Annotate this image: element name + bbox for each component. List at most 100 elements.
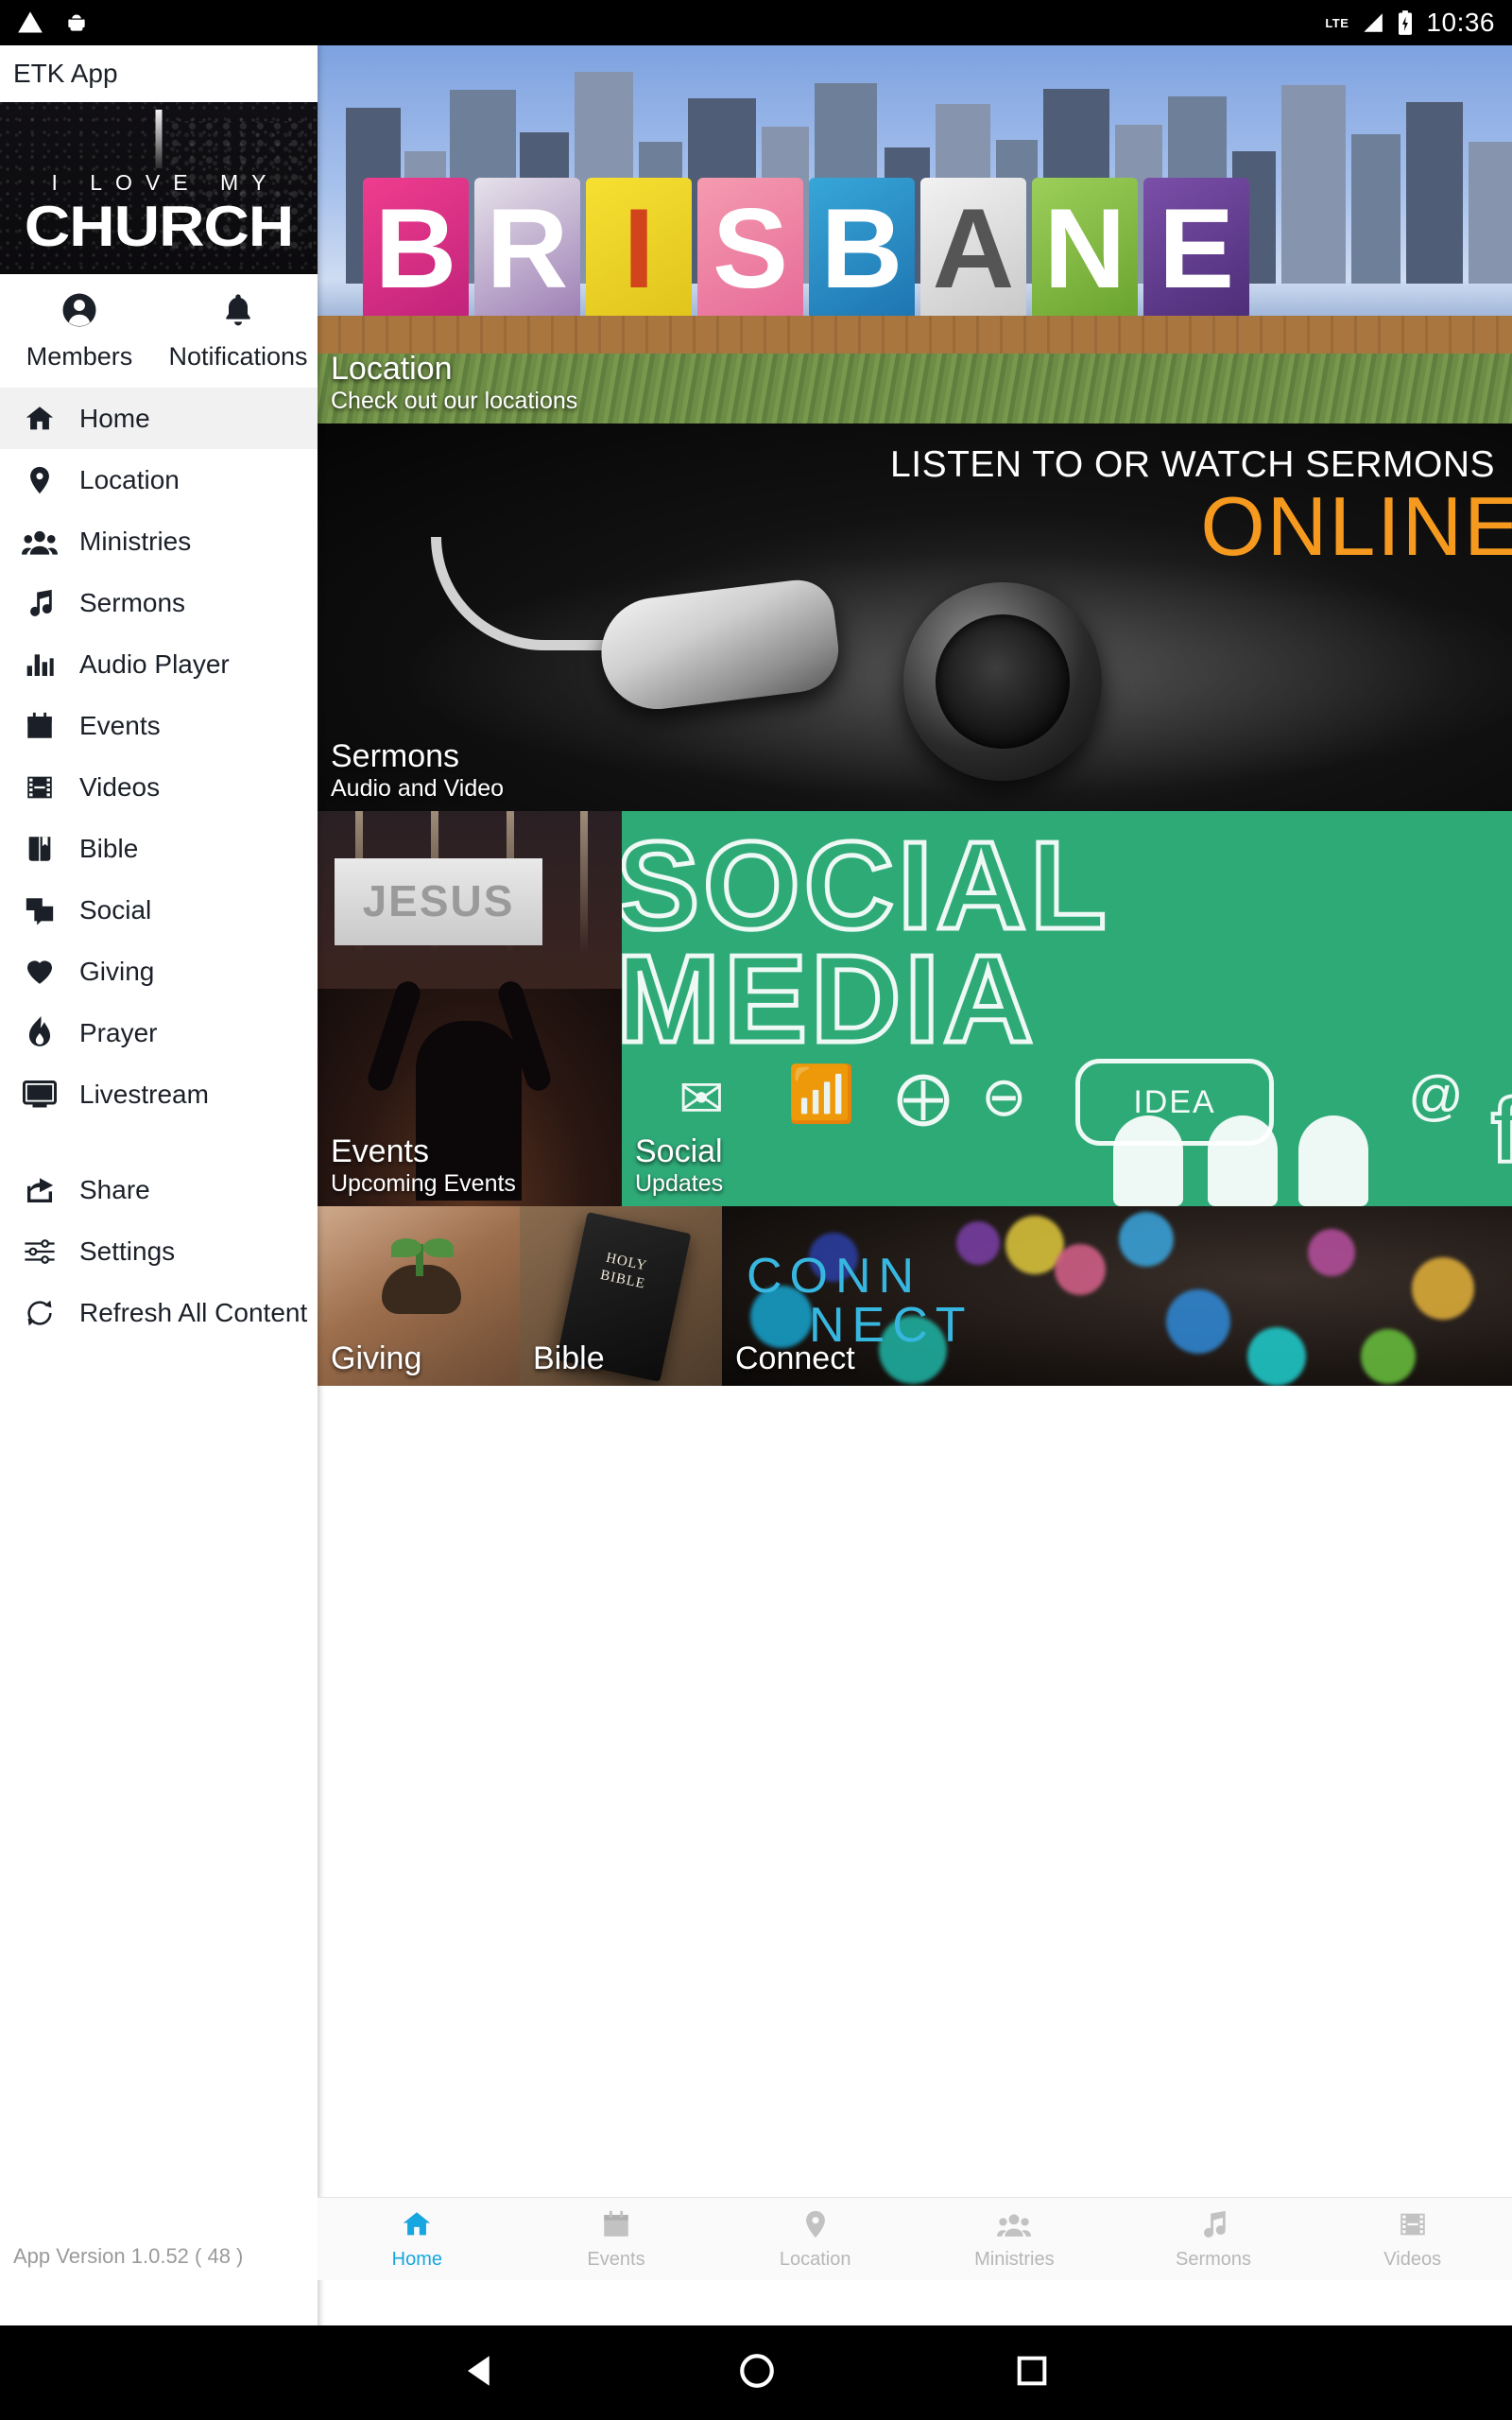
recents-square-button[interactable]	[1013, 2352, 1051, 2394]
calendar-icon	[17, 710, 62, 742]
sidebar-item-label: Bible	[79, 833, 139, 863]
leaf-left	[391, 1238, 421, 1257]
social-doodle-row: ✉ 📶 ⨁ ⊖ @ IDEA f	[622, 1047, 1512, 1206]
logo-bar	[155, 110, 163, 168]
social-art-line2: MEDIA	[622, 929, 1038, 1068]
bottomnav-item-location[interactable]: Location	[715, 2208, 915, 2271]
drawer-quick-actions: Members Notifications	[0, 274, 318, 388]
sidebar-item-share[interactable]: Share	[0, 1159, 318, 1220]
people-group-icon	[17, 526, 62, 558]
home-circle-button[interactable]	[737, 2351, 777, 2395]
tile-caption: Events Upcoming Events	[331, 1134, 516, 1197]
earcup-shape	[903, 582, 1102, 781]
sidebar-item-livestream[interactable]: Livestream	[0, 1063, 318, 1125]
quick-action-notifications[interactable]: Notifications	[159, 274, 318, 388]
tile-subtitle: Upcoming Events	[331, 1170, 516, 1197]
tile-title: Events	[331, 1133, 429, 1170]
tile-title: Social	[635, 1133, 723, 1170]
plus-circle-icon: ⨁	[896, 1066, 951, 1128]
sidebar-item-label: Giving	[79, 956, 155, 986]
facebook-letter-icon: f	[1489, 1079, 1512, 1184]
quick-action-label: Notifications	[168, 342, 308, 371]
tile-subtitle: Updates	[635, 1170, 724, 1197]
person-silhouette	[1298, 1115, 1368, 1206]
tile-events[interactable]: JESUS Events Upcoming Events	[318, 811, 622, 1206]
tile-caption: Sermons Audio and Video	[331, 739, 504, 802]
sidebar-item-label: Settings	[79, 1236, 176, 1266]
bottomnav-item-ministries[interactable]: Ministries	[915, 2208, 1114, 2271]
bottomnav-label: Location	[779, 2248, 851, 2270]
quick-action-members[interactable]: Members	[0, 274, 159, 388]
bottomnav-label: Sermons	[1176, 2248, 1252, 2270]
sidebar-item-sermons[interactable]: Sermons	[0, 572, 318, 633]
status-bar-left-icons	[17, 9, 89, 36]
person-silhouette	[1208, 1115, 1278, 1206]
connect-art-line1: CONN	[747, 1249, 922, 1304]
logo-line2: CHURCH	[24, 195, 295, 258]
sidebar-item-bible[interactable]: Bible	[0, 818, 318, 879]
tile-giving[interactable]: Giving	[318, 1206, 520, 1386]
sidebar-item-settings[interactable]: Settings	[0, 1220, 318, 1282]
bottomnav-label: Home	[391, 2248, 443, 2270]
sidebar-item-giving[interactable]: Giving	[0, 941, 318, 1002]
tile-connect[interactable]: CONN NECT Connect	[722, 1206, 1512, 1386]
bell-icon	[219, 290, 257, 335]
tile-caption: Location Check out our locations	[331, 352, 577, 414]
sidebar-item-label: Home	[79, 403, 150, 433]
home-icon	[17, 403, 62, 435]
status-bar-right-icons: LTE 10:36	[1325, 8, 1495, 38]
tv-monitor-icon	[17, 1080, 62, 1110]
android-system-navigation	[0, 2325, 1512, 2420]
sliders-icon	[17, 1237, 62, 1266]
bottomnav-item-home[interactable]: Home	[318, 2208, 517, 2271]
sidebar-item-label: Prayer	[79, 1017, 158, 1047]
sidebar-item-refresh-all-content[interactable]: Refresh All Content	[0, 1282, 318, 1343]
sidebar-item-ministries[interactable]: Ministries	[0, 510, 318, 572]
tile-sermons[interactable]: LISTEN TO OR WATCH SERMONS ONLINE Sermon…	[318, 424, 1512, 811]
sidebar-item-events[interactable]: Events	[0, 695, 318, 756]
stage-text: JESUS	[362, 876, 515, 925]
logo-line1: I LOVE MY	[51, 170, 280, 195]
book-bookmark-icon	[17, 833, 62, 865]
sidebar-item-location[interactable]: Location	[0, 449, 318, 510]
sidebar-item-label: Livestream	[79, 1079, 209, 1109]
sidebar-item-videos[interactable]: Videos	[0, 756, 318, 818]
bottomnav-label: Events	[587, 2248, 645, 2270]
android-robot-icon	[64, 10, 89, 35]
tile-bible[interactable]: HOLY BIBLE Bible	[520, 1206, 722, 1386]
person-silhouette	[1113, 1115, 1183, 1206]
film-strip-icon	[17, 771, 62, 804]
tile-social[interactable]: SOCIAL MEDIA ✉ 📶 ⨁ ⊖ @ IDEA f Social Upd…	[622, 811, 1512, 1206]
sidebar-item-home[interactable]: Home	[0, 388, 318, 449]
menu-divider-gap	[0, 1125, 318, 1159]
bottom-navigation-bar: Home Events Location Ministries Sermons	[318, 2197, 1512, 2280]
tile-title: Giving	[331, 1340, 422, 1377]
people-group-icon	[997, 2208, 1032, 2245]
envelope-icon: ✉	[679, 1068, 725, 1130]
sidebar-item-label: Social	[79, 894, 152, 925]
battery-charging-icon	[1396, 9, 1415, 36]
tile-caption: Social Updates	[635, 1134, 723, 1197]
status-bar: LTE 10:36	[0, 0, 1512, 45]
equalizer-bars-icon	[17, 649, 62, 680]
map-pin-icon	[799, 2208, 832, 2245]
sidebar-item-social[interactable]: Social	[0, 879, 318, 941]
bottomnav-item-videos[interactable]: Videos	[1313, 2208, 1512, 2271]
calendar-icon	[600, 2208, 632, 2245]
back-triangle-button[interactable]	[461, 2351, 501, 2395]
lte-signal-icon: LTE	[1325, 15, 1349, 30]
bottomnav-item-sermons[interactable]: Sermons	[1114, 2208, 1314, 2271]
boardwalk	[318, 316, 1512, 355]
tile-caption: Connect	[735, 1341, 855, 1376]
share-arrow-icon	[17, 1174, 62, 1206]
tile-location[interactable]: B R I S B A N E Location Check out our l…	[318, 45, 1512, 424]
quick-action-label: Members	[26, 342, 133, 371]
film-strip-icon	[1397, 2208, 1429, 2245]
sidebar-item-audio-player[interactable]: Audio Player	[0, 633, 318, 695]
leaf-right	[423, 1238, 454, 1257]
bottomnav-item-events[interactable]: Events	[517, 2208, 716, 2271]
sidebar-item-prayer[interactable]: Prayer	[0, 1002, 318, 1063]
music-note-icon	[1197, 2208, 1229, 2245]
warning-icon	[17, 9, 43, 36]
at-sign-icon: @	[1408, 1065, 1464, 1127]
